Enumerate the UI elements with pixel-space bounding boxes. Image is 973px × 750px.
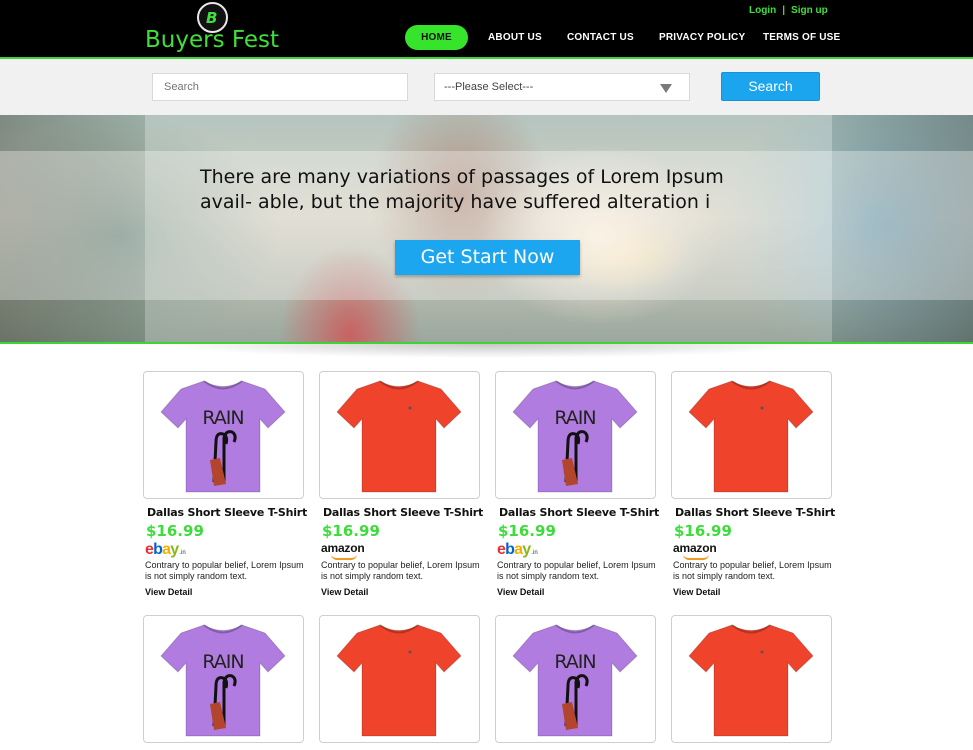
ebay-letter-b: b — [505, 541, 515, 558]
red-tshirt-icon — [336, 380, 462, 493]
product-image[interactable] — [319, 615, 480, 743]
product-description: Contrary to popular belief, Lorem Ipsum … — [497, 560, 656, 581]
product-title[interactable]: Dallas Short Sleeve T-Shirt — [323, 506, 483, 519]
nav-home[interactable]: HOME — [405, 25, 468, 50]
nav-privacy-policy[interactable]: PRIVACY POLICY — [659, 25, 745, 50]
product-description: Contrary to popular belief, Lorem Ipsum … — [145, 560, 304, 581]
tshirt-body — [688, 624, 814, 737]
product-price: $16.99 — [322, 522, 380, 540]
ebay-letter-b: b — [153, 541, 163, 558]
auth-links: Login | Sign up — [749, 5, 828, 16]
tshirt-print-text: RAIN — [202, 407, 243, 429]
ebay-letter-y: y — [522, 541, 531, 558]
hero-overlay-panel — [145, 115, 832, 343]
tshirt-print-text: RAIN — [202, 651, 243, 673]
product-image[interactable] — [671, 615, 832, 743]
nav-about-us[interactable]: ABOUT US — [488, 25, 542, 50]
auth-separator: | — [782, 5, 786, 16]
product-price: $16.99 — [674, 522, 732, 540]
red-tshirt-icon — [688, 380, 814, 493]
tshirt-body — [336, 624, 462, 737]
nav-terms-of-use[interactable]: TERMS OF USE — [763, 25, 840, 50]
tshirt-logo-dot — [760, 650, 764, 654]
logo-text[interactable]: Buyers Fest — [145, 27, 279, 53]
view-detail-link[interactable]: View Detail — [673, 587, 720, 597]
top-header: B Buyers Fest Login | Sign up HOME ABOUT U… — [0, 0, 973, 57]
red-tshirt-icon — [336, 624, 462, 737]
get-start-now-button[interactable]: Get Start Now — [395, 240, 580, 275]
purple-tshirt-icon: RAIN — [512, 380, 638, 493]
search-bar: ---Please Select--- Search — [0, 59, 973, 115]
dropdown-arrow-icon — [660, 84, 672, 93]
product-price: $16.99 — [146, 522, 204, 540]
purple-tshirt-icon: RAIN — [512, 624, 638, 737]
category-select[interactable]: ---Please Select--- — [434, 73, 690, 101]
category-select-value: ---Please Select--- — [444, 81, 534, 93]
tshirt-logo-dot — [760, 406, 764, 410]
amazon-wordmark: amazon — [673, 541, 717, 555]
login-link[interactable]: Login — [749, 5, 776, 16]
svg-text:B: B — [206, 9, 217, 27]
nav-contact-us[interactable]: CONTACT US — [567, 25, 634, 50]
hero-shadow — [160, 344, 815, 358]
amazon-logo-icon[interactable]: amazon — [321, 541, 365, 560]
search-button[interactable]: Search — [721, 72, 820, 101]
product-image[interactable]: RAIN — [495, 371, 656, 499]
product-image[interactable]: RAIN — [143, 615, 304, 743]
tshirt-print-text: RAIN — [554, 651, 595, 673]
hero-headline: There are many variations of passages of… — [200, 166, 724, 213]
product-image[interactable] — [319, 371, 480, 499]
tshirt-logo-dot — [408, 406, 412, 410]
product-price: $16.99 — [498, 522, 556, 540]
product-image[interactable]: RAIN — [143, 371, 304, 499]
ebay-letter-e: e — [497, 541, 506, 558]
view-detail-link[interactable]: View Detail — [145, 587, 192, 597]
ebay-logo-icon[interactable]: ebay.in — [145, 541, 186, 559]
purple-tshirt-icon: RAIN — [160, 380, 286, 493]
tshirt-body — [336, 380, 462, 493]
product-description: Contrary to popular belief, Lorem Ipsum … — [673, 560, 832, 581]
product-title[interactable]: Dallas Short Sleeve T-Shirt — [499, 506, 659, 519]
product-title[interactable]: Dallas Short Sleeve T-Shirt — [675, 506, 835, 519]
search-input[interactable] — [152, 73, 408, 101]
tshirt-print-text: RAIN — [554, 407, 595, 429]
ebay-letter-y: y — [170, 541, 179, 558]
tshirt-body — [688, 380, 814, 493]
product-title[interactable]: Dallas Short Sleeve T-Shirt — [147, 506, 307, 519]
amazon-logo-icon[interactable]: amazon — [673, 541, 717, 560]
hero-banner: There are many variations of passages of… — [0, 115, 973, 343]
ebay-letter-a: a — [162, 541, 171, 558]
view-detail-link[interactable]: View Detail — [497, 587, 544, 597]
ebay-letter-e: e — [145, 541, 154, 558]
ebay-logo-icon[interactable]: ebay.in — [497, 541, 538, 559]
ebay-suffix: .in — [179, 550, 186, 556]
ebay-letter-a: a — [514, 541, 523, 558]
product-description: Contrary to popular belief, Lorem Ipsum … — [321, 560, 480, 581]
product-image[interactable]: RAIN — [495, 615, 656, 743]
ebay-suffix: .in — [531, 550, 538, 556]
view-detail-link[interactable]: View Detail — [321, 587, 368, 597]
tshirt-logo-dot — [408, 650, 412, 654]
signup-link[interactable]: Sign up — [791, 5, 828, 16]
product-image[interactable] — [671, 371, 832, 499]
purple-tshirt-icon: RAIN — [160, 624, 286, 737]
red-tshirt-icon — [688, 624, 814, 737]
amazon-wordmark: amazon — [321, 541, 365, 555]
